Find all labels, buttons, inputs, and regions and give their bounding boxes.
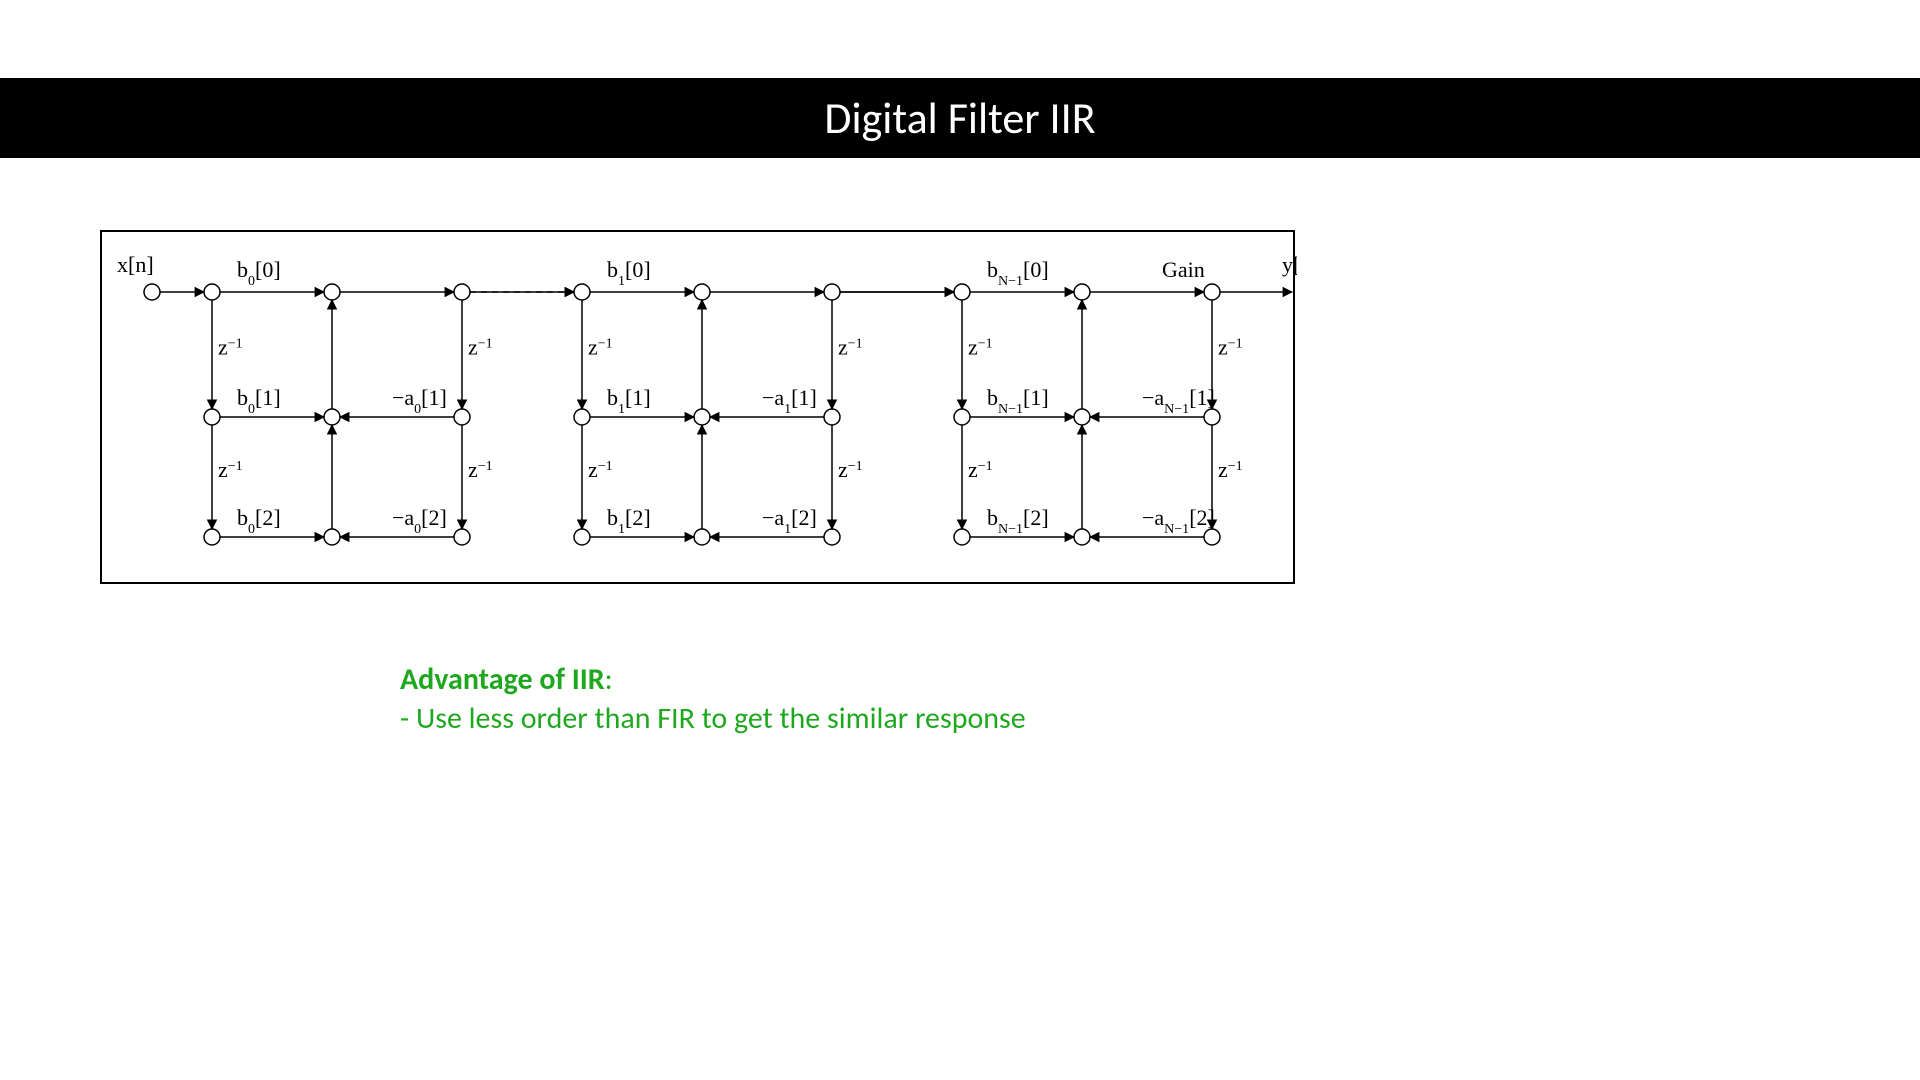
svg-text:z−1: z−1 [588,335,613,360]
svg-text:Gain: Gain [1162,257,1205,282]
svg-text:z−1: z−1 [968,457,993,482]
svg-text:z−1: z−1 [218,335,243,360]
svg-text:b0[2]: b0[2] [237,505,281,537]
advantage-bullet: - Use less order than FIR to get the sim… [400,700,1026,737]
svg-text:z−1: z−1 [588,457,613,482]
svg-text:bN−1[2]: bN−1[2] [987,505,1049,537]
advantage-heading: Advantage of IIR [400,661,605,698]
svg-text:b1[2]: b1[2] [607,505,651,537]
svg-text:b1[1]: b1[1] [607,385,651,417]
svg-text:z−1: z−1 [468,335,493,360]
svg-text:b1[0]: b1[0] [607,257,651,289]
svg-text:−a1[2]: −a1[2] [762,505,817,537]
svg-text:z−1: z−1 [838,335,863,360]
svg-text:−a1[1]: −a1[1] [762,385,817,417]
svg-text:z−1: z−1 [1218,335,1243,360]
svg-text:y[n]: y[n] [1282,252,1297,277]
svg-text:−a0[2]: −a0[2] [392,505,447,537]
svg-text:b0[0]: b0[0] [237,257,281,289]
advantage-text: Advantage of IIR: - Use less order than … [400,660,1026,738]
svg-text:z−1: z−1 [838,457,863,482]
page-title: Digital Filter IIR [824,91,1095,145]
svg-text:z−1: z−1 [468,457,493,482]
svg-text:−aN−1[1]: −aN−1[1] [1142,385,1215,417]
svg-text:bN−1[1]: bN−1[1] [987,385,1049,417]
svg-text:x[n]: x[n] [117,252,154,277]
iir-diagram: x[n] b0[0] z−1 z−1 z−1 z−1 b0[1] −a0[1] b0[2] −a0… [100,230,1295,584]
svg-text:z−1: z−1 [1218,457,1243,482]
svg-text:z−1: z−1 [968,335,993,360]
svg-text:bN−1[0]: bN−1[0] [987,257,1049,289]
svg-text:−aN−1[2]: −aN−1[2] [1142,505,1215,537]
svg-text:z−1: z−1 [218,457,243,482]
title-bar: Digital Filter IIR [0,78,1920,158]
svg-text:−a0[1]: −a0[1] [392,385,447,417]
svg-text:b0[1]: b0[1] [237,385,281,417]
